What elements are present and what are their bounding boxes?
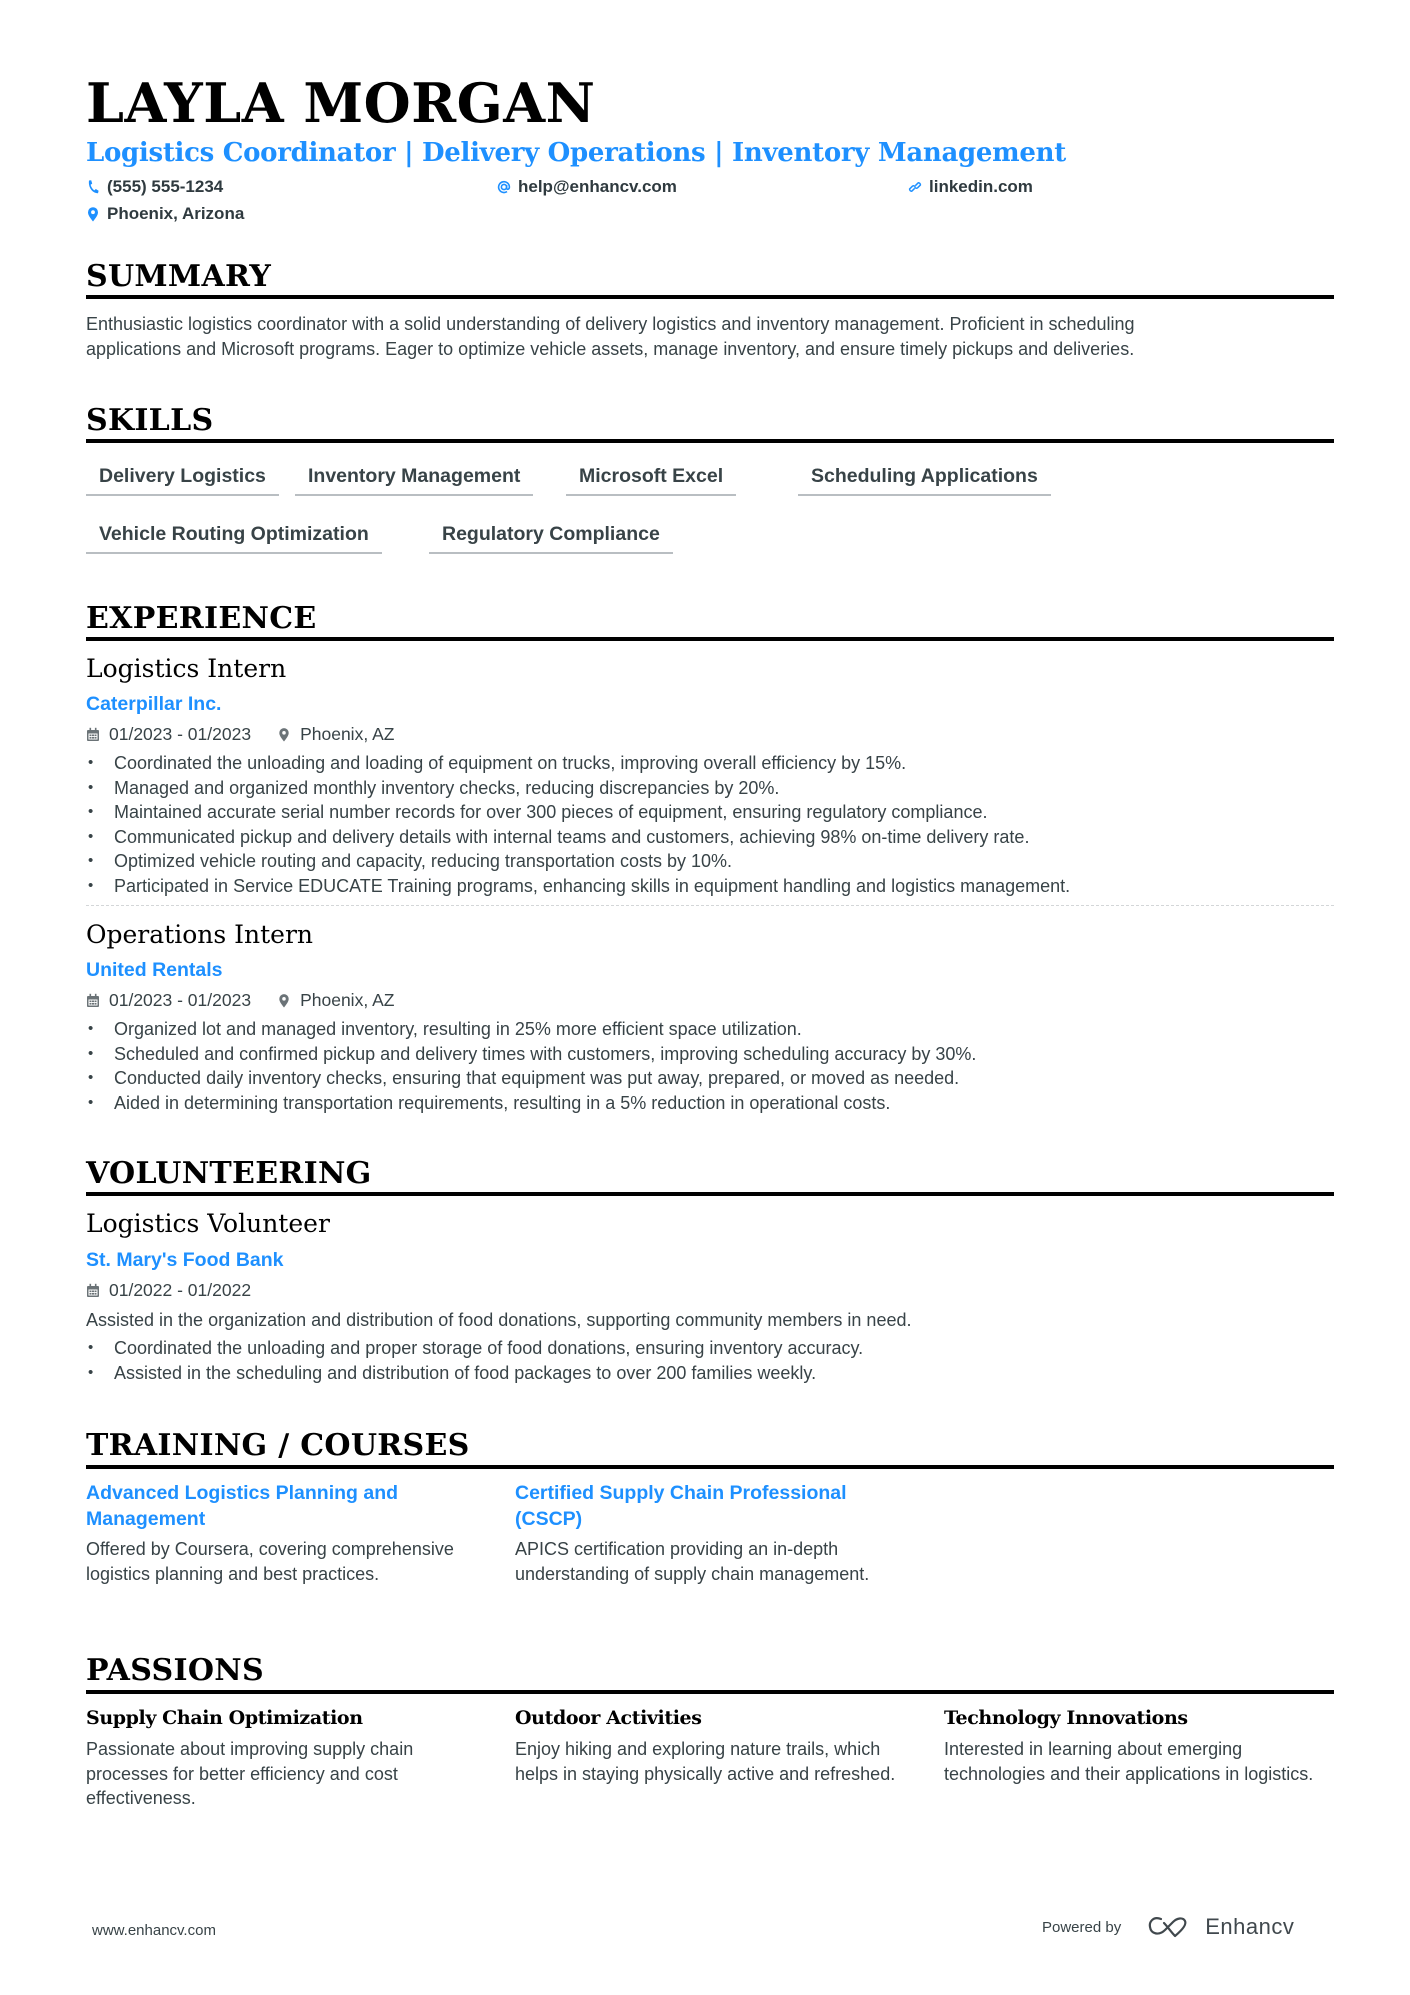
job-location-text: Phoenix, AZ xyxy=(300,990,395,1010)
bullet-item: Coordinated the unloading and loading of… xyxy=(86,751,1070,776)
section-title-summary: SUMMARY xyxy=(86,259,272,294)
passion-title: Technology Innovations xyxy=(944,1707,1188,1729)
skill-tag: Scheduling Applications xyxy=(798,456,1051,496)
calendar-icon xyxy=(87,994,99,1008)
bullet-item: Managed and organized monthly inventory … xyxy=(86,776,1070,801)
course-description: APICS certification providing an in-dept… xyxy=(515,1539,870,1584)
skill-tag: Delivery Logistics xyxy=(86,456,279,496)
job-title: Logistics Intern xyxy=(86,654,287,683)
link-icon xyxy=(908,181,922,192)
contact-phone: (555) 555-1234 xyxy=(86,178,223,195)
email-text[interactable]: help@enhancv.com xyxy=(518,178,677,195)
link-text[interactable]: linkedin.com xyxy=(929,178,1033,195)
course-title: Certified Supply Chain Professional (CSC… xyxy=(515,1482,847,1530)
enhancv-logo[interactable]: Enhancv xyxy=(1147,1914,1294,1940)
contact-location: Phoenix, Arizona xyxy=(86,205,244,222)
section-title-training: TRAINING / COURSES xyxy=(86,1428,470,1463)
organization-name: St. Mary's Food Bank xyxy=(86,1249,284,1271)
volunteer-role: Logistics Volunteer xyxy=(86,1209,330,1238)
phone-icon xyxy=(88,179,99,193)
calendar-icon xyxy=(87,728,99,742)
bullet-item: Maintained accurate serial number record… xyxy=(86,800,1070,825)
passion-description: Enjoy hiking and exploring nature trails… xyxy=(515,1739,896,1784)
passion-title: Outdoor Activities xyxy=(515,1707,702,1729)
location-pin-icon xyxy=(279,994,289,1008)
section-divider xyxy=(86,1192,1334,1196)
candidate-headline: Logistics Coordinator | Delivery Operati… xyxy=(86,138,1066,168)
bullet-item: Coordinated the unloading and proper sto… xyxy=(86,1336,863,1361)
contact-link[interactable]: linkedin.com xyxy=(908,178,1033,195)
company-name: Caterpillar Inc. xyxy=(86,693,222,715)
job-bullets: Organized lot and managed inventory, res… xyxy=(86,1017,976,1115)
powered-by-label: Powered by xyxy=(1042,1918,1122,1936)
contact-email[interactable]: help@enhancv.com xyxy=(497,178,677,195)
skill-tag: Regulatory Compliance xyxy=(429,514,673,554)
bullet-item: Optimized vehicle routing and capacity, … xyxy=(86,849,1070,874)
company-name: United Rentals xyxy=(86,959,223,981)
volunteer-dates: 01/2022 - 01/2022 xyxy=(109,1280,252,1300)
section-divider xyxy=(86,1465,1334,1469)
at-icon xyxy=(497,180,511,193)
candidate-name: LAYLA MORGAN xyxy=(86,71,596,135)
course-title: Advanced Logistics Planning and Manageme… xyxy=(86,1482,399,1530)
calendar-icon xyxy=(87,1284,99,1298)
location-text: Phoenix, Arizona xyxy=(107,204,245,223)
bullet-item: Aided in determining transportation requ… xyxy=(86,1091,976,1116)
bullet-item: Scheduled and confirmed pickup and deliv… xyxy=(86,1042,976,1067)
section-divider xyxy=(86,1690,1334,1694)
phone-text: (555) 555-1234 xyxy=(107,177,224,196)
summary-line: Enthusiastic logistics coordinator with … xyxy=(86,314,1135,334)
bullet-item: Communicated pickup and delivery details… xyxy=(86,825,1070,850)
skill-tag: Inventory Management xyxy=(295,456,534,496)
summary-line: applications and Microsoft programs. Eag… xyxy=(86,338,1135,359)
job-dates: 01/2023 - 01/2023 xyxy=(109,724,252,744)
section-divider xyxy=(86,637,1334,641)
bullet-item: Participated in Service EDUCATE Training… xyxy=(86,874,1070,899)
volunteer-bullets: Coordinated the unloading and proper sto… xyxy=(86,1336,863,1385)
bullet-item: Assisted in the scheduling and distribut… xyxy=(86,1361,863,1386)
passion-description: Passionate about improving supply chain … xyxy=(86,1739,414,1808)
job-title: Operations Intern xyxy=(86,920,313,949)
entry-separator xyxy=(86,905,1334,906)
footer-website[interactable]: www.enhancv.com xyxy=(92,1922,216,1939)
enhancv-brand-text: Enhancv xyxy=(1205,1914,1295,1939)
course-description: Offered by Coursera, covering comprehens… xyxy=(86,1539,454,1584)
section-divider xyxy=(86,295,1334,299)
bullet-item: Organized lot and managed inventory, res… xyxy=(86,1017,976,1042)
job-bullets: Coordinated the unloading and loading of… xyxy=(86,751,1070,898)
job-location-text: Phoenix, AZ xyxy=(300,724,395,744)
job-meta: 01/2023 - 01/2023 Phoenix, AZ xyxy=(86,724,395,744)
job-location: Phoenix, AZ xyxy=(277,724,395,744)
section-title-experience: EXPERIENCE xyxy=(86,601,317,636)
volunteer-meta: 01/2022 - 01/2022 xyxy=(86,1280,252,1300)
section-title-volunteering: VOLUNTEERING xyxy=(86,1156,372,1191)
job-dates: 01/2023 - 01/2023 xyxy=(109,990,252,1010)
location-pin-icon xyxy=(88,206,98,221)
summary-text: Enthusiastic logistics coordinator with … xyxy=(86,312,1135,361)
skill-tag: Microsoft Excel xyxy=(566,456,737,496)
location-pin-icon xyxy=(279,728,289,742)
passion-title: Supply Chain Optimization xyxy=(86,1707,363,1729)
section-divider xyxy=(86,439,1334,443)
job-meta: 01/2023 - 01/2023 Phoenix, AZ xyxy=(86,990,395,1010)
bullet-item: Conducted daily inventory checks, ensuri… xyxy=(86,1066,976,1091)
skill-tag: Vehicle Routing Optimization xyxy=(86,514,382,554)
passion-description: Interested in learning about emerging te… xyxy=(944,1739,1314,1784)
footer-branding: Powered by Enhancv xyxy=(1042,1914,1294,1940)
section-title-skills: SKILLS xyxy=(86,403,214,438)
job-location: Phoenix, AZ xyxy=(277,990,395,1010)
enhancv-logo-icon xyxy=(1148,1917,1187,1938)
volunteer-description: Assisted in the organization and distrib… xyxy=(86,1310,912,1330)
section-title-passions: PASSIONS xyxy=(86,1653,264,1688)
